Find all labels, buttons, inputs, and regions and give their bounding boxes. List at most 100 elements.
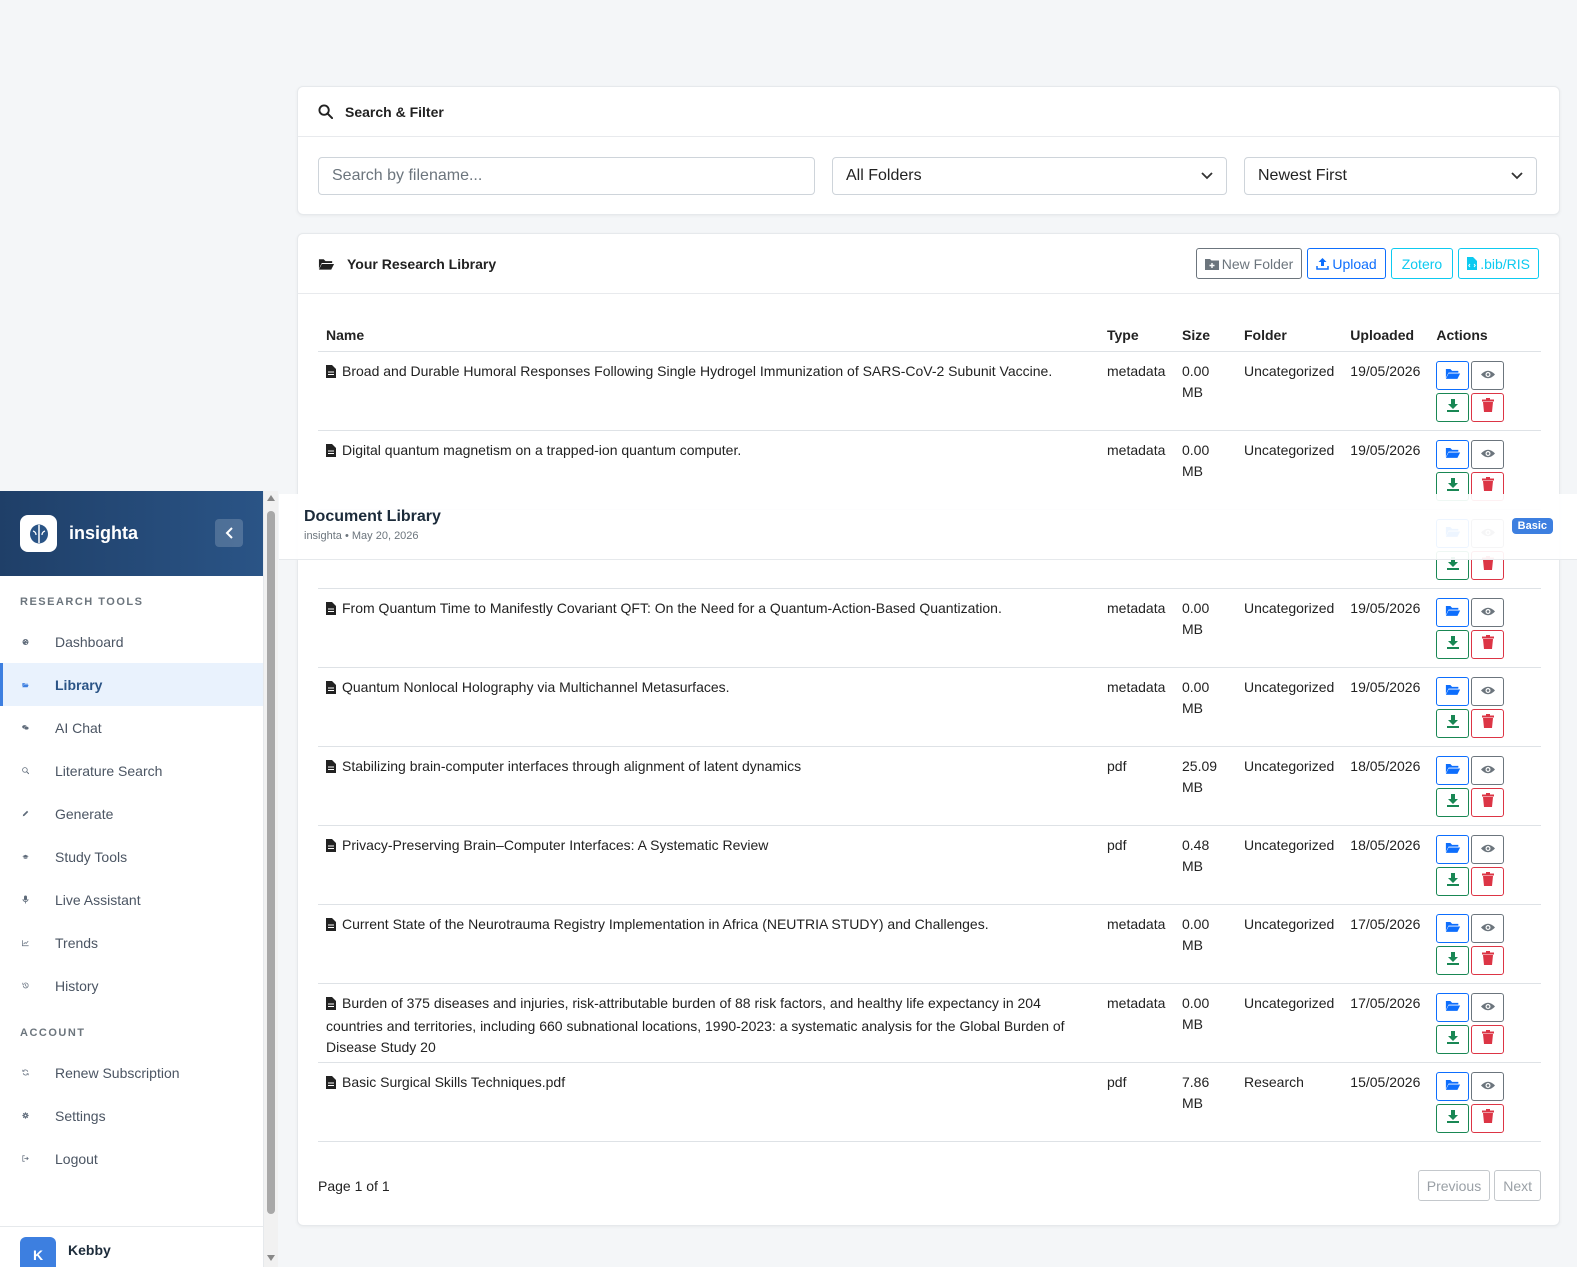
sidebar-item-trends[interactable]: Trends: [0, 921, 263, 964]
page-title: Document Library: [304, 508, 441, 525]
search-input[interactable]: Search by filename...: [318, 157, 815, 195]
new-folder-button[interactable]: New Folder: [1195, 248, 1303, 279]
eye-icon: [1480, 997, 1496, 1018]
size-unit: MB: [1182, 1015, 1203, 1032]
document-uploaded-date: 19/05/2026: [1342, 351, 1429, 431]
delete-button[interactable]: [1471, 392, 1505, 422]
eye-icon: [1480, 918, 1496, 939]
file-icon: [326, 995, 336, 1016]
sidebar-item-label: History: [55, 977, 99, 994]
view-button[interactable]: [1471, 913, 1505, 943]
actions-cell: [1428, 667, 1541, 747]
sidebar-item-study-tools[interactable]: Study Tools: [0, 835, 263, 878]
view-button[interactable]: [1471, 1071, 1505, 1101]
document-uploaded-date: 15/05/2026: [1342, 1062, 1429, 1142]
sidebar-item-ai-chat[interactable]: AI Chat: [0, 706, 263, 749]
download-button[interactable]: [1436, 866, 1470, 896]
download-button[interactable]: [1436, 392, 1470, 422]
move-to-folder-button[interactable]: [1436, 992, 1470, 1022]
move-to-folder-button[interactable]: [1436, 597, 1470, 627]
move-to-folder-button[interactable]: [1436, 834, 1470, 864]
folder-icon: [1445, 365, 1461, 386]
file-icon: [326, 837, 336, 858]
delete-button[interactable]: [1471, 1024, 1505, 1054]
download-icon: [1446, 397, 1460, 418]
scroll-thumb[interactable]: [267, 511, 275, 1214]
delete-button[interactable]: [1471, 866, 1505, 896]
scroll-up-arrow-icon[interactable]: [267, 495, 275, 501]
view-button[interactable]: [1471, 360, 1505, 390]
eye-icon: [1480, 602, 1496, 623]
table-row: Stabilizing brain-computer interfaces th…: [318, 746, 1541, 826]
document-uploaded-date: 18/05/2026: [1342, 825, 1429, 905]
upload-button[interactable]: Upload: [1307, 248, 1386, 279]
delete-button[interactable]: [1471, 945, 1505, 975]
view-button[interactable]: [1471, 834, 1505, 864]
size-value: 0.00: [1182, 994, 1210, 1011]
sidebar-item-renew-subscription[interactable]: Renew Subscription: [0, 1051, 263, 1094]
view-button[interactable]: [1471, 439, 1505, 469]
download-button[interactable]: [1436, 945, 1470, 975]
document-name: Current State of the Neurotrauma Registr…: [342, 915, 989, 932]
download-button[interactable]: [1436, 1103, 1470, 1133]
folder-select[interactable]: All Folders: [832, 157, 1227, 195]
move-to-folder-button[interactable]: [1436, 755, 1470, 785]
user-profile[interactable]: K Kebby: [0, 1226, 264, 1267]
download-button[interactable]: [1436, 1024, 1470, 1054]
size-unit: MB: [1182, 699, 1203, 716]
bib-ris-button[interactable]: .bib/RIS: [1458, 248, 1539, 279]
download-button[interactable]: [1436, 708, 1470, 738]
sidebar-item-label: Generate: [55, 805, 114, 822]
delete-button[interactable]: [1471, 629, 1505, 659]
section-label-account: ACCOUNT: [20, 1027, 86, 1039]
document-name: Basic Surgical Skills Techniques.pdf: [342, 1073, 566, 1090]
document-uploaded-date: 19/05/2026: [1342, 667, 1429, 747]
delete-button[interactable]: [1471, 1103, 1505, 1133]
sidebar-item-live-assistant[interactable]: Live Assistant: [0, 878, 263, 921]
document-size: 0.00 MB: [1174, 588, 1236, 668]
view-button[interactable]: [1471, 992, 1505, 1022]
sidebar-item-dashboard[interactable]: Dashboard: [0, 620, 263, 663]
sidebar-item-label: Settings: [55, 1107, 106, 1124]
zotero-label: Zotero: [1401, 255, 1443, 272]
move-to-folder-button[interactable]: [1436, 676, 1470, 706]
table-row: Privacy-Preserving Brain–Computer Interf…: [318, 825, 1541, 905]
view-button[interactable]: [1471, 597, 1505, 627]
view-button[interactable]: [1471, 755, 1505, 785]
file-icon: [326, 1074, 336, 1095]
next-button[interactable]: Next: [1494, 1170, 1541, 1201]
sidebar-scrollbar[interactable]: [264, 491, 278, 1267]
delete-button[interactable]: [1471, 708, 1505, 738]
document-folder: Uncategorized: [1236, 825, 1343, 905]
collapse-sidebar-button[interactable]: [215, 519, 243, 547]
download-button[interactable]: [1436, 629, 1470, 659]
download-icon: [1446, 792, 1460, 813]
trash-icon: [1481, 713, 1494, 734]
move-to-folder-button[interactable]: [1436, 1071, 1470, 1101]
sort-select-value: Newest First: [1258, 167, 1347, 184]
sidebar-item-history[interactable]: History: [0, 964, 263, 1007]
sidebar-item-generate[interactable]: Generate: [0, 792, 263, 835]
download-button[interactable]: [1436, 787, 1470, 817]
folder-select-value: All Folders: [846, 167, 922, 184]
file-code-icon: [1467, 257, 1478, 270]
document-folder: Uncategorized: [1236, 904, 1343, 984]
view-button[interactable]: [1471, 676, 1505, 706]
sidebar-item-settings[interactable]: Settings: [0, 1094, 263, 1137]
sidebar-item-logout[interactable]: Logout: [0, 1137, 263, 1180]
move-to-folder-button[interactable]: [1436, 913, 1470, 943]
sidebar-item-literature-search[interactable]: Literature Search: [0, 749, 263, 792]
sort-select[interactable]: Newest First: [1244, 157, 1537, 195]
zotero-button[interactable]: Zotero: [1390, 248, 1454, 279]
document-name-cell: Broad and Durable Humoral Responses Foll…: [318, 351, 1099, 431]
sidebar-item-library[interactable]: Library: [0, 663, 263, 706]
size-unit: MB: [1182, 778, 1203, 795]
scroll-down-arrow-icon[interactable]: [267, 1255, 275, 1261]
move-to-folder-button[interactable]: [1436, 360, 1470, 390]
delete-button[interactable]: [1471, 787, 1505, 817]
move-to-folder-button[interactable]: [1436, 439, 1470, 469]
size-value: 25.09: [1182, 757, 1218, 774]
previous-button[interactable]: Previous: [1417, 1170, 1491, 1201]
eye-icon: [1480, 839, 1496, 860]
table-row: From Quantum Time to Manifestly Covarian…: [318, 588, 1541, 668]
